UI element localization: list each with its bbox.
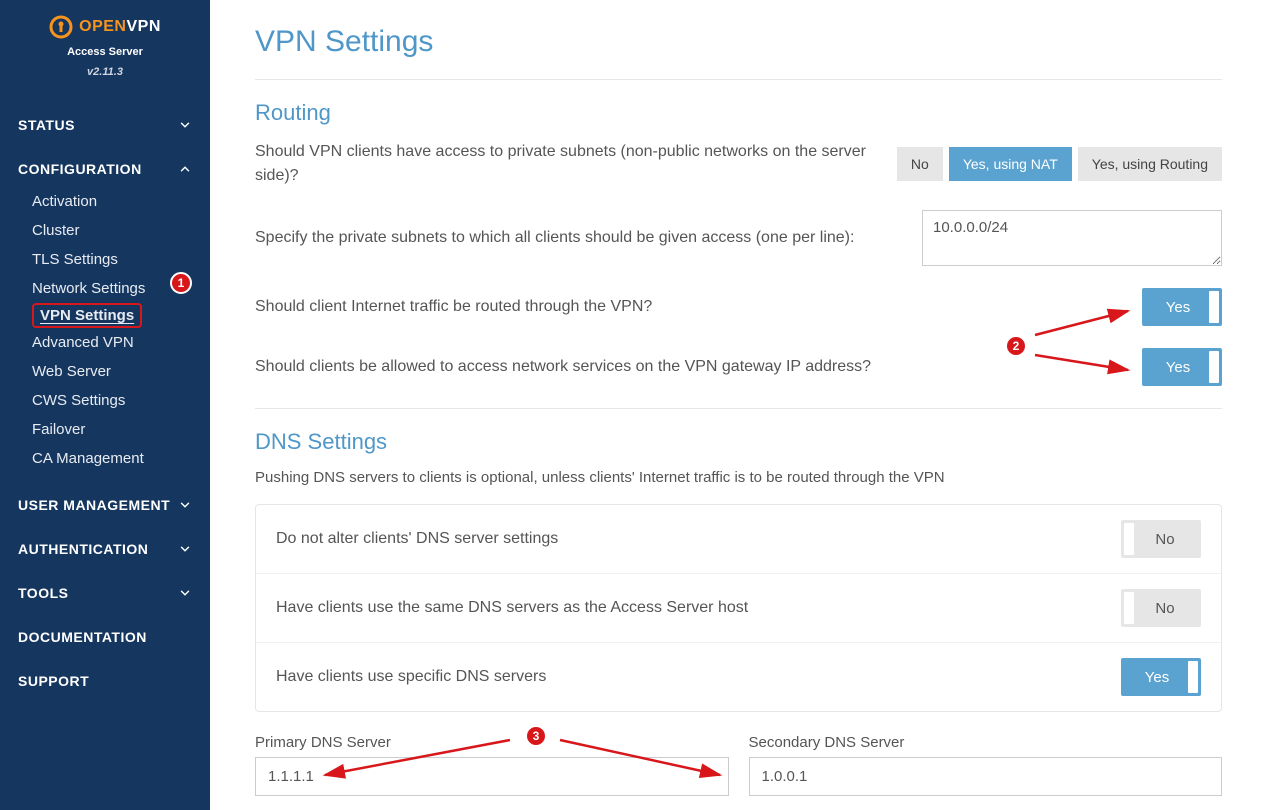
nav-status[interactable]: STATUS [0,103,210,147]
subnets-textarea[interactable] [922,210,1222,266]
subnet-opt-routing[interactable]: Yes, using Routing [1078,147,1222,181]
divider [255,79,1222,80]
annotation-badge-2: 2 [1005,335,1027,357]
sidebar-item-cluster[interactable]: Cluster [32,216,198,245]
nav-tools[interactable]: TOOLS [0,571,210,615]
primary-dns-input[interactable] [255,757,729,796]
chevron-up-icon [178,162,192,176]
toggle-dns-same[interactable]: No [1121,589,1201,627]
dns-opt-same: Have clients use the same DNS servers as… [276,599,748,617]
sidebar-item-vpn-settings[interactable]: VPN Settings [32,303,142,328]
sidebar-item-failover[interactable]: Failover [32,415,198,444]
openvpn-logo-icon [49,15,73,39]
nav-docs[interactable]: DOCUMENTATION [0,615,210,659]
dns-options-box: Do not alter clients' DNS server setting… [255,504,1222,712]
chevron-down-icon [178,498,192,512]
q-route-internet: Should client Internet traffic be routed… [255,295,1122,319]
sidebar-item-advanced-vpn[interactable]: Advanced VPN [32,328,198,357]
chevron-down-icon [178,586,192,600]
annotation-badge-1: 1 [170,272,192,294]
subnet-access-options: No Yes, using NAT Yes, using Routing [897,147,1222,181]
divider [255,408,1222,409]
q-gateway-access: Should clients be allowed to access netw… [255,355,1122,379]
nav-configuration[interactable]: CONFIGURATION [0,147,210,191]
nav-authentication[interactable]: AUTHENTICATION [0,527,210,571]
dns-heading: DNS Settings [255,429,1222,455]
nav-user-mgmt[interactable]: USER MANAGEMENT [0,483,210,527]
main-content: VPN Settings Routing Should VPN clients … [210,0,1267,810]
q-private-subnets: Should VPN clients have access to privat… [255,140,877,188]
toggle-dns-noalter[interactable]: No [1121,520,1201,558]
sidebar: OPENVPN Access Server v2.11.3 STATUS CON… [0,0,210,810]
nav-support[interactable]: SUPPORT [0,659,210,703]
q-specify-subnets: Specify the private subnets to which all… [255,226,902,250]
toggle-route-internet[interactable]: Yes [1142,288,1222,326]
secondary-dns-label: Secondary DNS Server [749,734,1223,751]
primary-dns-label: Primary DNS Server [255,734,729,751]
sidebar-item-tls[interactable]: TLS Settings [32,245,198,274]
toggle-gateway-access[interactable]: Yes [1142,348,1222,386]
logo-block: OPENVPN Access Server v2.11.3 [0,15,210,78]
brand-text: OPENVPN [79,18,161,36]
chevron-down-icon [178,118,192,132]
sidebar-item-ca-mgmt[interactable]: CA Management [32,444,198,473]
nav-config-items: Activation Cluster TLS Settings Network … [0,187,210,473]
dns-desc: Pushing DNS servers to clients is option… [255,469,1222,486]
subnet-opt-no[interactable]: No [897,147,943,181]
version-label: v2.11.3 [0,66,210,78]
sidebar-item-activation[interactable]: Activation [32,187,198,216]
dns-opt-noalter: Do not alter clients' DNS server setting… [276,530,558,548]
sidebar-item-web-server[interactable]: Web Server [32,357,198,386]
brand-subtitle: Access Server [0,46,210,58]
secondary-dns-input[interactable] [749,757,1223,796]
sidebar-item-cws[interactable]: CWS Settings [32,386,198,415]
routing-heading: Routing [255,100,1222,126]
subnet-opt-nat[interactable]: Yes, using NAT [949,147,1072,181]
page-title: VPN Settings [255,25,1222,59]
dns-opt-specific: Have clients use specific DNS servers [276,668,546,686]
chevron-down-icon [178,542,192,556]
toggle-dns-specific[interactable]: Yes [1121,658,1201,696]
annotation-badge-3: 3 [525,725,547,747]
